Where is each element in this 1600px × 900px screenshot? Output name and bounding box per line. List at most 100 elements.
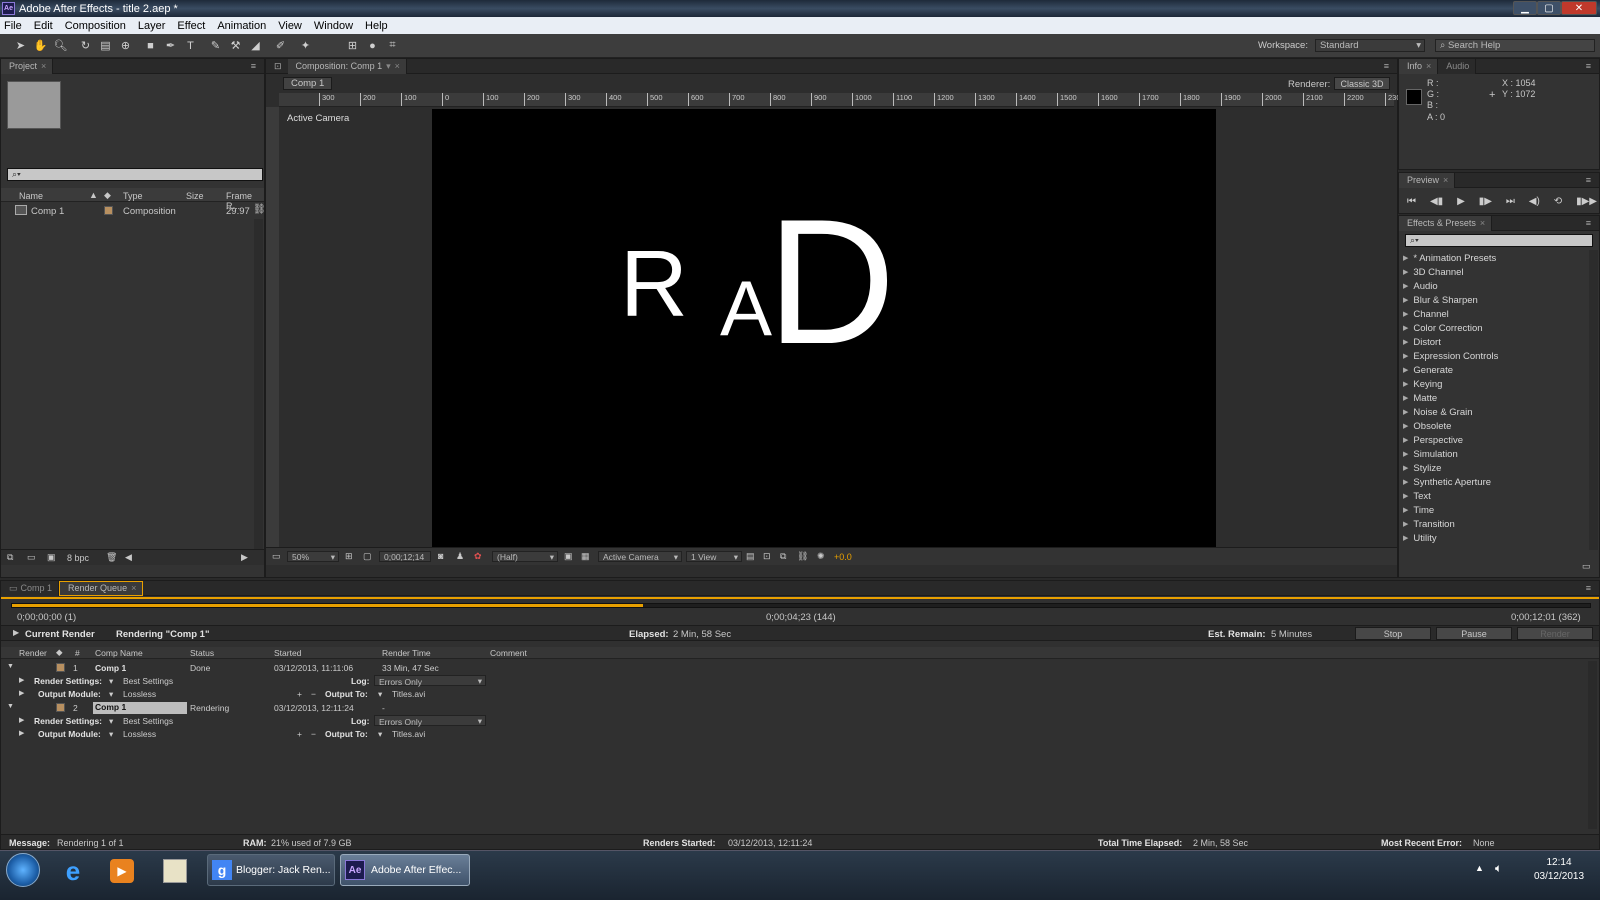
expand-triangle-icon[interactable]: ▶ [1403, 492, 1408, 500]
effects-category[interactable]: ▶ Synthetic Aperture [1403, 475, 1491, 489]
expand-triangle-icon[interactable]: ▶ [1403, 324, 1408, 332]
close-button[interactable]: ✕ [1561, 1, 1597, 15]
tab-comp-timeline[interactable]: ▭ Comp 1 [1, 580, 60, 596]
render-button[interactable]: Render [1517, 627, 1593, 640]
col-type[interactable]: Type [123, 191, 143, 201]
start-button[interactable] [6, 853, 40, 887]
always-preview-icon[interactable]: ▭ [272, 551, 281, 562]
render-settings-value[interactable]: Best Settings [123, 676, 173, 686]
col-comment[interactable]: Comment [490, 648, 527, 658]
volume-icon[interactable]: 🔈︎ [1495, 861, 1502, 876]
brush-tool-icon[interactable]: ✎ [207, 37, 224, 54]
resolution-select[interactable]: (Half) ▾ [492, 551, 558, 562]
tab-effects-presets[interactable]: Effects & Presets × [1399, 215, 1493, 231]
add-output-icon[interactable]: + [297, 729, 302, 739]
hand-tool-icon[interactable]: ✋ [32, 37, 49, 54]
effects-category[interactable]: ▶ Noise & Grain [1403, 405, 1473, 419]
tab-preview[interactable]: Preview × [1399, 172, 1456, 188]
expand-triangle-icon[interactable]: ▶ [1403, 394, 1408, 402]
expand-triangle-icon[interactable]: ▶ [19, 676, 24, 684]
expand-triangle-icon[interactable]: ▶ [1403, 520, 1408, 528]
renderer-button[interactable]: Classic 3D [1334, 77, 1390, 90]
eraser-icon[interactable]: ◢ [247, 37, 264, 54]
effects-category[interactable]: ▶ Matte [1403, 391, 1437, 405]
panel-menu-icon[interactable]: ≡ [1586, 583, 1591, 593]
letter-d[interactable]: D [767, 193, 896, 371]
safe-margins-icon[interactable]: ⊞ [345, 551, 353, 562]
panel-menu-icon[interactable]: ≡ [1384, 61, 1389, 71]
tab-composition[interactable]: Composition: Comp 1 ▾ × [287, 58, 407, 74]
clone-stamp-icon[interactable]: ⚒ [227, 37, 244, 54]
puppet-pin-icon[interactable]: ✦ [297, 37, 314, 54]
menu-layer[interactable]: Layer [138, 20, 166, 32]
table-row[interactable]: ▼ 2 Comp 1 Rendering 03/12/2013, 12:11:2… [1, 702, 1551, 715]
search-help-input[interactable]: ⌕ Search Help [1435, 39, 1595, 52]
workspace-select[interactable]: Standard ▾ [1315, 39, 1425, 52]
effects-category[interactable]: ▶ Distort [1403, 335, 1441, 349]
transparency-grid-icon[interactable]: ▦ [581, 551, 590, 562]
region-of-interest-icon[interactable]: ▣ [564, 551, 573, 562]
flowchart-icon[interactable]: ⛓ [253, 204, 266, 215]
menu-help[interactable]: Help [365, 20, 388, 32]
menu-window[interactable]: Window [314, 20, 353, 32]
panel-menu-icon[interactable]: ≡ [1586, 61, 1591, 71]
effects-category[interactable]: ▶ Channel [1403, 307, 1449, 321]
close-icon[interactable]: × [41, 61, 46, 71]
table-row[interactable]: ▼ 1 Comp 1 Done 03/12/2013, 11:11:06 33 … [1, 662, 1551, 675]
log-select[interactable]: Errors Only ▾ [374, 715, 486, 727]
close-icon[interactable]: × [131, 583, 136, 593]
audio-icon[interactable]: ◀) [1529, 196, 1540, 207]
project-search-input[interactable]: ⌕▾ [7, 168, 263, 181]
col-render[interactable]: Render [19, 648, 47, 658]
expand-triangle-icon[interactable]: ▶ [1403, 380, 1408, 388]
fast-previews-icon[interactable]: ⊡ [763, 551, 771, 562]
menu-edit[interactable]: Edit [34, 20, 53, 32]
effects-category[interactable]: ▶ Audio [1403, 279, 1438, 293]
chevron-down-icon[interactable]: ▾ [109, 729, 113, 740]
menu-effect[interactable]: Effect [177, 20, 205, 32]
pan-behind-icon[interactable]: ⊕ [117, 37, 134, 54]
chevron-down-icon[interactable]: ▾ [378, 729, 382, 740]
remove-output-icon[interactable]: − [311, 689, 316, 699]
expand-triangle-icon[interactable]: ▶ [1403, 352, 1408, 360]
expand-triangle-icon[interactable]: ▶ [1403, 282, 1408, 290]
panel-menu-icon[interactable]: ≡ [251, 61, 256, 71]
tab-project[interactable]: Project × [1, 58, 54, 74]
menu-view[interactable]: View [278, 20, 302, 32]
expand-triangle-icon[interactable]: ▶ [19, 729, 24, 737]
render-settings-value[interactable]: Best Settings [123, 716, 173, 726]
panel-menu-icon[interactable]: ≡ [1586, 218, 1591, 228]
reset-exposure-icon[interactable]: ✺ [817, 551, 825, 562]
tab-render-queue[interactable]: Render Queue × [59, 580, 144, 596]
expand-triangle-icon[interactable]: ▶ [1403, 436, 1408, 444]
media-player-icon[interactable]: ▶ [110, 859, 134, 883]
effects-category[interactable]: ▶ 3D Channel [1403, 265, 1464, 279]
rq-scrollbar[interactable] [1588, 661, 1597, 829]
view-axis-icon[interactable]: ⌗ [384, 37, 401, 54]
letter-r[interactable]: R [620, 237, 688, 331]
menu-composition[interactable]: Composition [65, 20, 126, 32]
clock-time[interactable]: 12:14 [1536, 857, 1582, 868]
maximize-button[interactable]: ▢ [1537, 1, 1561, 15]
effects-category[interactable]: ▶ Text [1403, 489, 1431, 503]
list-item[interactable]: Comp 1 Composition 29.97 ⛓ [1, 204, 266, 217]
pen-tool-icon[interactable]: ✒ [162, 37, 179, 54]
snapshot-icon[interactable]: ◙ [438, 551, 443, 561]
effects-category[interactable]: ▶ * Animation Presets [1403, 251, 1496, 265]
bpc-indicator[interactable]: 8 bpc [67, 553, 89, 563]
toggle-pixel-aspect-icon[interactable]: ▤ [746, 551, 755, 562]
mask-visibility-icon[interactable]: ▢ [363, 551, 372, 562]
chevron-down-icon[interactable]: ▾ [109, 689, 113, 700]
chevron-down-icon[interactable]: ▾ [109, 676, 113, 687]
expand-triangle-icon[interactable]: ▶ [13, 628, 19, 637]
col-render-time[interactable]: Render Time [382, 648, 431, 658]
rotate-tool-icon[interactable]: ↻ [77, 37, 94, 54]
effects-category[interactable]: ▶ Keying [1403, 377, 1442, 391]
effects-category[interactable]: ▶ Utility [1403, 531, 1437, 545]
roto-brush-icon[interactable]: ✐ [272, 37, 289, 54]
current-time-field[interactable]: 0;00;12;14 [379, 551, 431, 562]
expand-triangle-icon[interactable]: ▶ [1403, 464, 1408, 472]
exposure-value[interactable]: +0.0 [834, 552, 852, 562]
chevron-down-icon[interactable]: ▾ [378, 689, 382, 700]
chevron-down-icon[interactable]: ▾ [109, 716, 113, 727]
